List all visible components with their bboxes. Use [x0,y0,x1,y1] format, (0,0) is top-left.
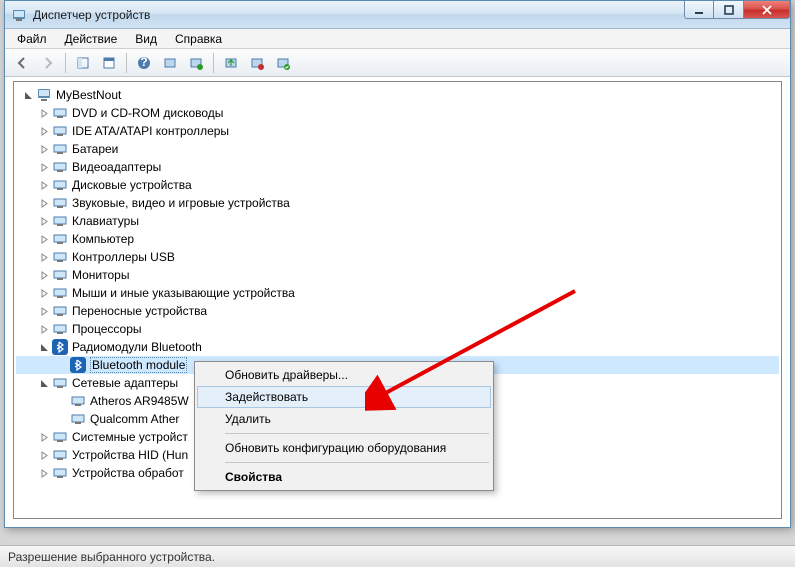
expand-icon[interactable] [38,215,50,227]
device-category-icon [52,231,68,247]
menu-action[interactable]: Действие [57,30,126,48]
context-menu: Обновить драйверы...ЗадействоватьУдалить… [194,361,494,491]
window-title: Диспетчер устройств [33,8,684,22]
device-category-icon [52,213,68,229]
device-manager-window: Диспетчер устройств Файл Действие Вид Сп… [4,0,791,528]
toolbar-separator [126,53,127,73]
tree-category[interactable]: Мыши и иные указывающие устройства [16,284,779,302]
device-category-icon [52,267,68,283]
device-category-icon [52,195,68,211]
scan-hardware-button[interactable] [185,52,207,74]
device-category-icon [52,447,68,463]
device-category-icon [52,465,68,481]
window-controls [684,1,790,28]
tree-category[interactable]: Мониторы [16,266,779,284]
expand-icon[interactable] [38,251,50,263]
expand-icon[interactable] [38,107,50,119]
menubar: Файл Действие Вид Справка [5,29,790,49]
tree-category[interactable]: Компьютер [16,230,779,248]
minimize-button[interactable] [684,1,714,19]
context-menu-item[interactable]: Удалить [197,408,491,430]
expand-icon[interactable] [38,161,50,173]
help-button[interactable]: ? [133,52,155,74]
device-category-icon [52,429,68,445]
context-menu-item[interactable]: Обновить конфигурацию оборудования [197,437,491,459]
device-category-icon [52,339,68,355]
device-category-icon [52,123,68,139]
collapse-icon[interactable] [38,377,50,389]
device-category-icon [52,285,68,301]
context-menu-item[interactable]: Свойства [197,466,491,488]
device-category-icon [52,177,68,193]
svg-text:?: ? [140,56,147,69]
expand-icon[interactable] [38,197,50,209]
back-button[interactable] [11,52,33,74]
tree-category[interactable]: Радиомодули Bluetooth [16,338,779,356]
expand-icon[interactable] [38,143,50,155]
device-category-icon [52,141,68,157]
expand-icon[interactable] [38,305,50,317]
tree-category[interactable]: Батареи [16,140,779,158]
enable-button[interactable] [272,52,294,74]
tree-category[interactable]: Переносные устройства [16,302,779,320]
expand-icon[interactable] [38,287,50,299]
tree-category[interactable]: Клавиатуры [16,212,779,230]
forward-button[interactable] [37,52,59,74]
show-hide-tree-button[interactable] [72,52,94,74]
computer-icon [36,87,52,103]
expand-icon[interactable] [38,323,50,335]
maximize-button[interactable] [714,1,744,19]
context-menu-item[interactable]: Обновить драйверы... [197,364,491,386]
update-driver-button[interactable] [220,52,242,74]
device-category-icon [52,321,68,337]
toolbar-separator [213,53,214,73]
expand-icon[interactable] [38,431,50,443]
tree-category[interactable]: Процессоры [16,320,779,338]
menu-separator [225,462,489,463]
tree-category[interactable]: Контроллеры USB [16,248,779,266]
titlebar[interactable]: Диспетчер устройств [5,1,790,29]
toolbar-separator [65,53,66,73]
tree-category[interactable]: Видеоадаптеры [16,158,779,176]
expand-icon[interactable] [38,233,50,245]
refresh-button[interactable] [159,52,181,74]
tree-category[interactable]: DVD и CD-ROM дисководы [16,104,779,122]
device-category-icon [52,159,68,175]
tree-category[interactable]: Звуковые, видео и игровые устройства [16,194,779,212]
expand-icon[interactable] [38,467,50,479]
context-menu-item[interactable]: Задействовать [197,386,491,408]
device-category-icon [52,375,68,391]
close-button[interactable] [744,1,790,19]
menu-help[interactable]: Справка [167,30,230,48]
device-icon [70,393,86,409]
uninstall-button[interactable] [246,52,268,74]
device-icon [70,411,86,427]
expand-icon[interactable] [38,449,50,461]
menu-separator [225,433,489,434]
tree-root[interactable]: MyBestNout [16,86,779,104]
app-icon [11,7,27,23]
menu-file[interactable]: Файл [9,30,55,48]
device-icon [70,357,86,373]
status-text: Разрешение выбранного устройства. [8,550,215,564]
tree-category[interactable]: IDE ATA/ATAPI контроллеры [16,122,779,140]
menu-view[interactable]: Вид [127,30,165,48]
properties-button[interactable] [98,52,120,74]
statusbar: Разрешение выбранного устройства. [0,545,795,567]
expand-icon[interactable] [38,125,50,137]
device-category-icon [52,303,68,319]
device-category-icon [52,105,68,121]
device-category-icon [52,249,68,265]
toolbar: ? [5,49,790,77]
tree-category[interactable]: Дисковые устройства [16,176,779,194]
expand-icon[interactable] [38,179,50,191]
expand-icon[interactable] [38,269,50,281]
collapse-icon[interactable] [38,341,50,353]
